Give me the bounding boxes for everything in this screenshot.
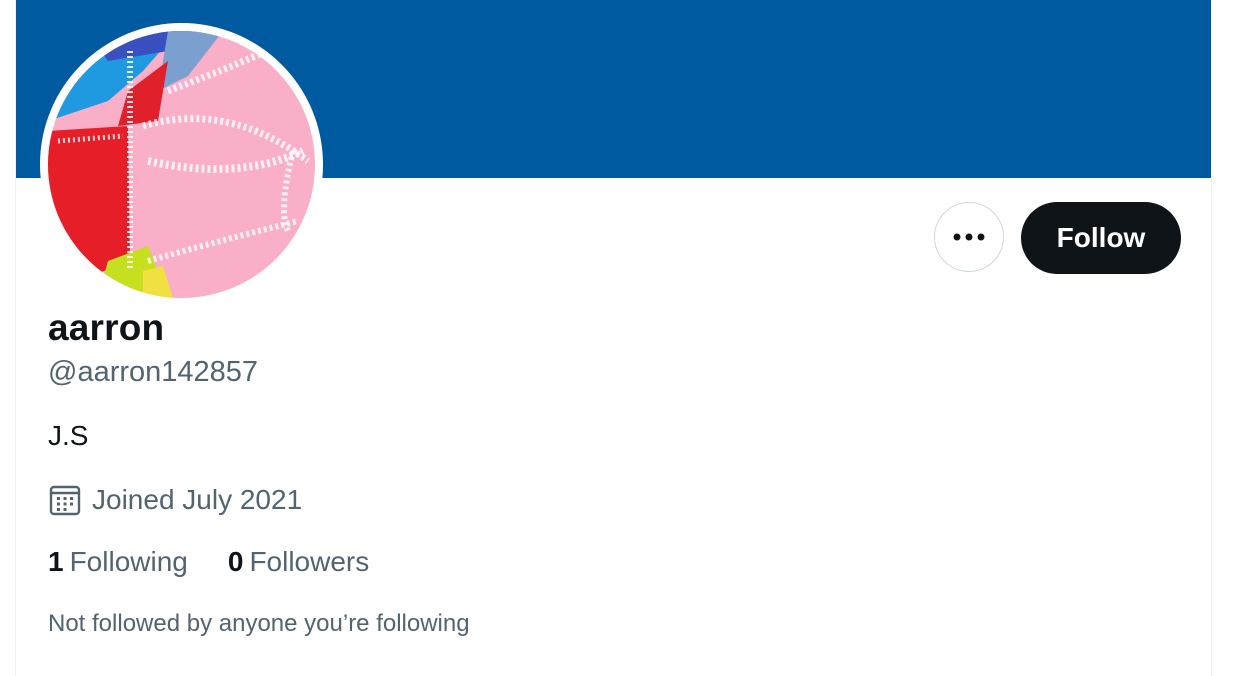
follow-button[interactable]: Follow xyxy=(1021,202,1181,274)
followers-count: 0 xyxy=(227,546,244,577)
calendar-icon xyxy=(48,483,82,517)
display-name: aarron xyxy=(48,307,165,348)
user-handle: @aarron142857 xyxy=(48,356,259,388)
avatar-image xyxy=(48,31,315,298)
more-horizontal-icon xyxy=(953,233,985,241)
user-bio: J.S xyxy=(48,420,89,451)
more-options-button[interactable] xyxy=(934,202,1004,272)
followers-link[interactable]: 0 Followers xyxy=(228,546,369,578)
following-count: 1 xyxy=(48,546,64,577)
join-date-label: Joined July 2021 xyxy=(92,484,303,515)
profile-column: Follow aarron @aarron142857 J.S Joined J… xyxy=(15,0,1212,676)
following-link[interactable]: 1 Following xyxy=(48,546,188,578)
followers-label: Followers xyxy=(249,546,370,577)
following-label: Following xyxy=(69,546,188,577)
join-date: Joined July 2021 xyxy=(48,483,302,517)
follow-stats: 1 Following 0 Followers xyxy=(48,546,369,578)
social-context: Not followed by anyone you’re following xyxy=(48,610,470,637)
avatar[interactable] xyxy=(40,23,323,306)
